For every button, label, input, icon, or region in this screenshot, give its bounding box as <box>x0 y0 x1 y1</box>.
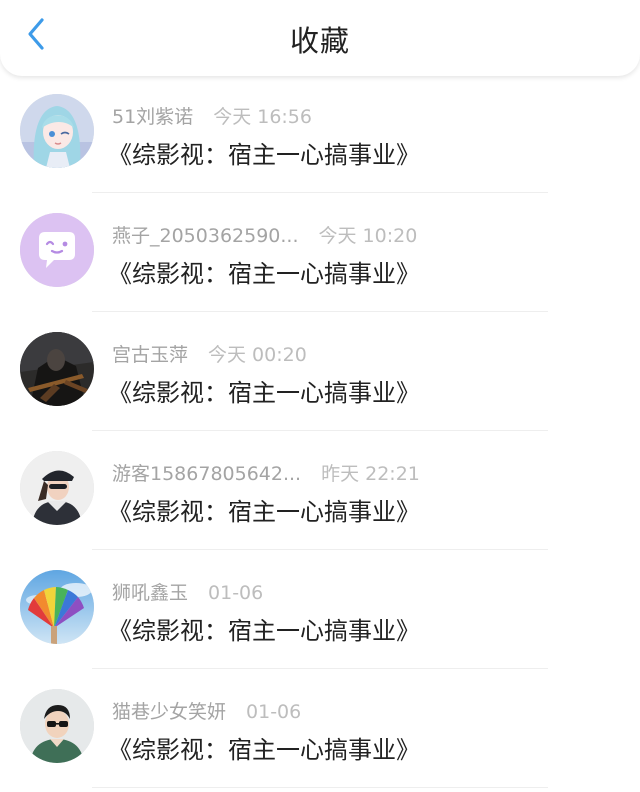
book-title[interactable]: 《综影视：宿主一心搞事业》 <box>108 135 420 170</box>
item-meta: 燕子_2050362590... 今天 10:20 <box>112 221 417 248</box>
user-name: 宫古玉萍 <box>112 344 189 366</box>
page-title: 收藏 <box>289 24 350 58</box>
favorites-screen: 收藏 51刘紫诺 今天 16:56 《综影视：宿主一心搞事业》 燕子_20503… <box>0 0 640 792</box>
top-bar: 收藏 <box>0 0 640 76</box>
list-item[interactable]: 游客15867805642... 昨天 22:21 《综影视：宿主一心搞事业》 <box>0 431 640 550</box>
book-title[interactable]: 《综影视：宿主一心搞事业》 <box>108 254 420 289</box>
timestamp: 01-06 <box>208 582 264 604</box>
item-meta: 猫巷少女笑妍 01-06 <box>112 697 301 724</box>
row-divider <box>92 787 548 788</box>
book-title[interactable]: 《综影视：宿主一心搞事业》 <box>108 492 420 527</box>
user-name: 狮吼鑫玉 <box>112 582 189 604</box>
timestamp: 今天 00:20 <box>208 344 307 366</box>
avatar[interactable] <box>20 94 94 168</box>
list-item[interactable]: 狮吼鑫玉 01-06 《综影视：宿主一心搞事业》 <box>0 550 640 669</box>
favorites-list: 51刘紫诺 今天 16:56 《综影视：宿主一心搞事业》 燕子_205036259… <box>0 74 640 788</box>
timestamp: 01-06 <box>246 701 302 723</box>
user-name: 游客15867805642... <box>112 463 302 485</box>
item-meta: 狮吼鑫玉 01-06 <box>112 578 263 605</box>
timestamp: 昨天 22:21 <box>321 463 420 485</box>
user-name: 燕子_2050362590... <box>112 225 299 247</box>
avatar[interactable] <box>20 213 94 287</box>
user-name: 猫巷少女笑妍 <box>112 701 227 723</box>
person-cap-avatar-icon <box>20 451 94 525</box>
timestamp: 今天 16:56 <box>213 106 312 128</box>
book-title[interactable]: 《综影视：宿主一心搞事业》 <box>108 611 420 646</box>
timestamp: 今天 10:20 <box>318 225 418 247</box>
book-title[interactable]: 《综影视：宿主一心搞事业》 <box>108 730 420 765</box>
item-meta: 游客15867805642... 昨天 22:21 <box>112 459 420 486</box>
item-meta: 51刘紫诺 今天 16:56 <box>112 102 312 129</box>
user-name: 51刘紫诺 <box>112 106 194 128</box>
list-item[interactable]: 猫巷少女笑妍 01-06 《综影视：宿主一心搞事业》 <box>0 669 640 788</box>
anime-girl-avatar-icon <box>20 94 94 168</box>
book-title[interactable]: 《综影视：宿主一心搞事业》 <box>108 373 420 408</box>
dark-figure-avatar-icon <box>20 332 94 406</box>
list-item[interactable]: 51刘紫诺 今天 16:56 《综影视：宿主一心搞事业》 <box>0 74 640 193</box>
item-meta: 宫古玉萍 今天 00:20 <box>112 340 307 367</box>
avatar[interactable] <box>20 570 94 644</box>
list-item[interactable]: 宫古玉萍 今天 00:20 《综影视：宿主一心搞事业》 <box>0 312 640 431</box>
avatar[interactable] <box>20 689 94 763</box>
avatar[interactable] <box>20 332 94 406</box>
rainbow-fan-avatar-icon <box>20 570 94 644</box>
chat-bubble-avatar-icon <box>20 213 94 287</box>
list-item[interactable]: 燕子_2050362590... 今天 10:20 《综影视：宿主一心搞事业》 <box>0 193 640 312</box>
person-sunglasses-avatar-icon <box>20 689 94 763</box>
avatar[interactable] <box>20 451 94 525</box>
